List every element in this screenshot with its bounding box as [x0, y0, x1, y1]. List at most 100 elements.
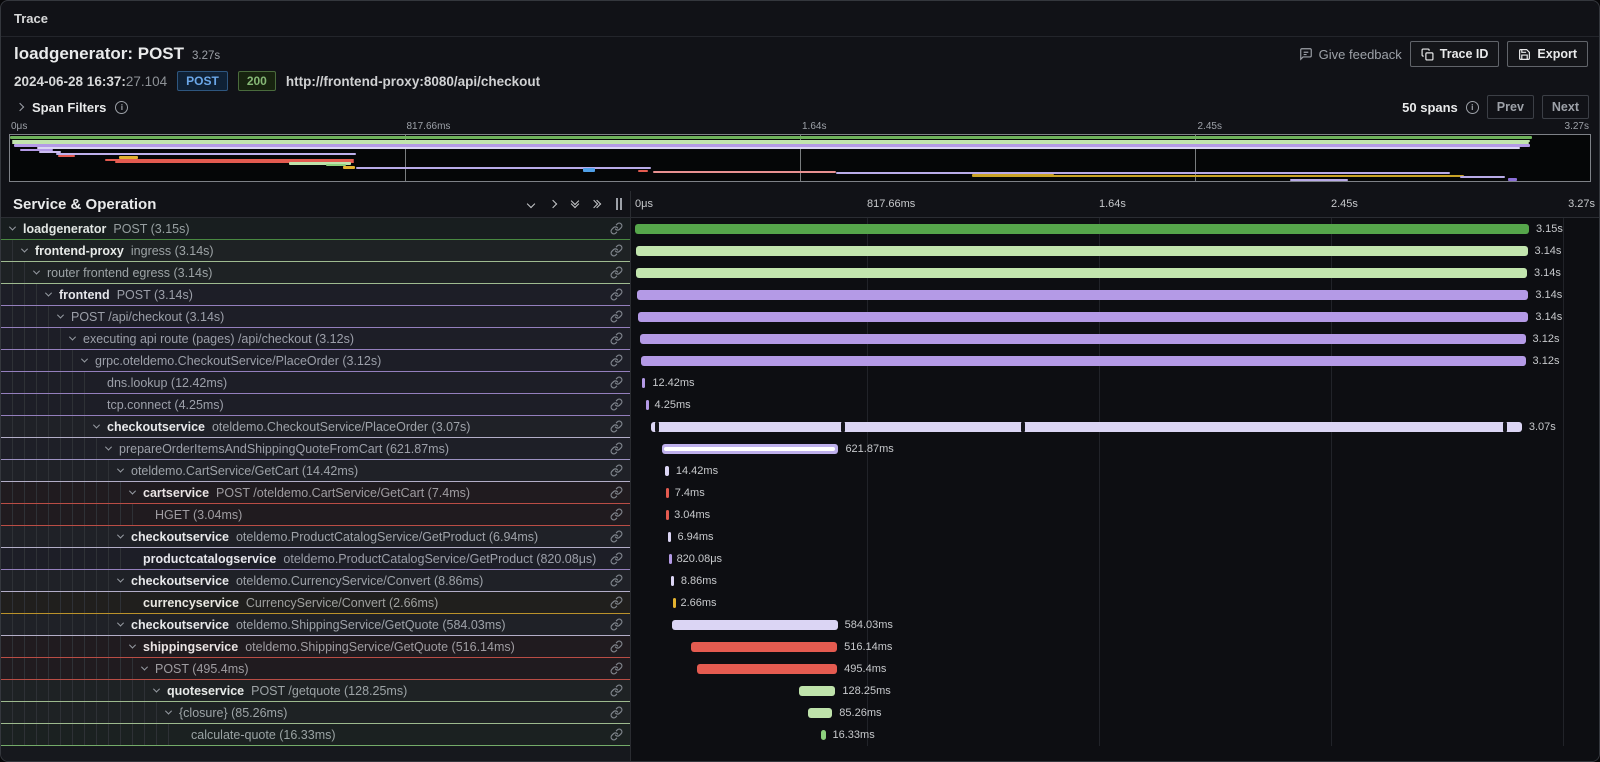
span-bar[interactable]	[636, 268, 1527, 278]
span-link[interactable]	[610, 398, 623, 416]
span-bar[interactable]	[646, 400, 649, 410]
span-link[interactable]	[610, 310, 623, 328]
link-icon[interactable]	[610, 244, 623, 257]
span-row-label[interactable]: executing api route (pages) /api/checkou…	[1, 328, 630, 350]
link-icon[interactable]	[610, 398, 623, 411]
chevron-down-icon[interactable]	[117, 532, 124, 539]
chevron-down-icon[interactable]	[153, 686, 160, 693]
span-bar[interactable]	[673, 598, 676, 608]
span-link[interactable]	[610, 288, 623, 306]
link-icon[interactable]	[610, 640, 623, 653]
span-bar[interactable]	[691, 642, 837, 652]
link-icon[interactable]	[610, 354, 623, 367]
link-icon[interactable]	[610, 420, 623, 433]
span-bar[interactable]	[672, 620, 838, 630]
collapse-all-icon[interactable]	[572, 201, 578, 207]
span-link[interactable]	[610, 706, 623, 724]
span-bar[interactable]	[642, 378, 646, 388]
span-link[interactable]	[610, 420, 623, 438]
span-bar[interactable]	[635, 224, 1529, 234]
link-icon[interactable]	[610, 574, 623, 587]
span-bar[interactable]	[821, 730, 826, 740]
span-row-label[interactable]: checkoutserviceoteldemo.CurrencyService/…	[1, 570, 630, 592]
span-bar[interactable]	[669, 554, 672, 564]
span-row-label[interactable]: grpc.oteldemo.CheckoutService/PlaceOrder…	[1, 350, 630, 372]
link-icon[interactable]	[610, 376, 623, 389]
span-row-label[interactable]: checkoutserviceoteldemo.CheckoutService/…	[1, 416, 630, 438]
link-icon[interactable]	[610, 332, 623, 345]
span-link[interactable]	[610, 530, 623, 548]
span-bar[interactable]	[808, 708, 832, 718]
span-bar[interactable]	[640, 334, 1525, 344]
span-link[interactable]	[610, 244, 623, 262]
span-link[interactable]	[610, 332, 623, 350]
span-bar[interactable]	[662, 444, 838, 454]
collapse-one-icon[interactable]	[528, 201, 534, 207]
info-icon[interactable]: i	[115, 101, 128, 114]
span-link[interactable]	[610, 574, 623, 592]
span-link[interactable]	[610, 596, 623, 614]
span-bar[interactable]	[641, 356, 1526, 366]
span-link[interactable]	[610, 552, 623, 570]
span-bar[interactable]	[651, 422, 1522, 432]
link-icon[interactable]	[610, 266, 623, 279]
span-bar[interactable]	[668, 532, 671, 542]
link-icon[interactable]	[610, 442, 623, 455]
minimap-canvas[interactable]	[9, 134, 1591, 182]
span-link[interactable]	[610, 640, 623, 658]
chevron-down-icon[interactable]	[117, 466, 124, 473]
next-button[interactable]: Next	[1542, 95, 1589, 119]
span-bar[interactable]	[666, 488, 669, 498]
span-link[interactable]	[610, 508, 623, 526]
chevron-down-icon[interactable]	[33, 268, 40, 275]
link-icon[interactable]	[610, 222, 623, 235]
link-icon[interactable]	[610, 728, 623, 741]
chevron-down-icon[interactable]	[81, 356, 88, 363]
link-icon[interactable]	[610, 662, 623, 675]
link-icon[interactable]	[610, 618, 623, 631]
chevron-down-icon[interactable]	[129, 488, 136, 495]
column-resize-handle[interactable]	[616, 198, 622, 210]
chevron-down-icon[interactable]	[93, 422, 100, 429]
span-row-label[interactable]: frontend-proxyingress (3.14s)	[1, 240, 630, 262]
span-bar[interactable]	[665, 466, 669, 476]
link-icon[interactable]	[610, 706, 623, 719]
span-link[interactable]	[610, 222, 623, 240]
chevron-down-icon[interactable]	[141, 664, 148, 671]
span-bar[interactable]	[799, 686, 835, 696]
chevron-down-icon[interactable]	[129, 642, 136, 649]
export-button[interactable]: Export	[1507, 41, 1588, 67]
span-link[interactable]	[610, 464, 623, 482]
link-icon[interactable]	[610, 684, 623, 697]
link-icon[interactable]	[610, 596, 623, 609]
span-bar[interactable]	[666, 510, 669, 520]
span-row-label[interactable]: prepareOrderItemsAndShippingQuoteFromCar…	[1, 438, 630, 460]
chevron-down-icon[interactable]	[21, 246, 28, 253]
link-icon[interactable]	[610, 288, 623, 301]
span-link[interactable]	[610, 728, 623, 746]
span-bar[interactable]	[636, 246, 1527, 256]
link-icon[interactable]	[610, 508, 623, 521]
span-link[interactable]	[610, 266, 623, 284]
chevron-down-icon[interactable]	[9, 224, 16, 231]
span-row-label[interactable]: loadgeneratorPOST (3.15s)	[1, 218, 630, 240]
trace-id-button[interactable]: Trace ID	[1410, 41, 1500, 67]
span-link[interactable]	[610, 442, 623, 460]
span-row-label[interactable]: POST (495.4ms)	[1, 658, 630, 680]
link-icon[interactable]	[610, 486, 623, 499]
span-row-label[interactable]: {closure} (85.26ms)	[1, 702, 630, 724]
span-row-label[interactable]: quoteservicePOST /getquote (128.25ms)	[1, 680, 630, 702]
span-bar[interactable]	[671, 576, 674, 586]
prev-button[interactable]: Prev	[1487, 95, 1534, 119]
give-feedback-link[interactable]: Give feedback	[1299, 47, 1402, 62]
chevron-down-icon[interactable]	[69, 334, 76, 341]
chevron-down-icon[interactable]	[117, 576, 124, 583]
span-row-label[interactable]: HGET (3.04ms)	[1, 504, 630, 526]
expand-all-icon[interactable]	[594, 201, 600, 207]
span-bar[interactable]	[697, 664, 838, 674]
span-row-label[interactable]: router frontend egress (3.14s)	[1, 262, 630, 284]
span-row-label[interactable]: POST /api/checkout (3.14s)	[1, 306, 630, 328]
span-row-label[interactable]: checkoutserviceoteldemo.ProductCatalogSe…	[1, 526, 630, 548]
span-bar[interactable]	[638, 312, 1529, 322]
chevron-down-icon[interactable]	[45, 290, 52, 297]
